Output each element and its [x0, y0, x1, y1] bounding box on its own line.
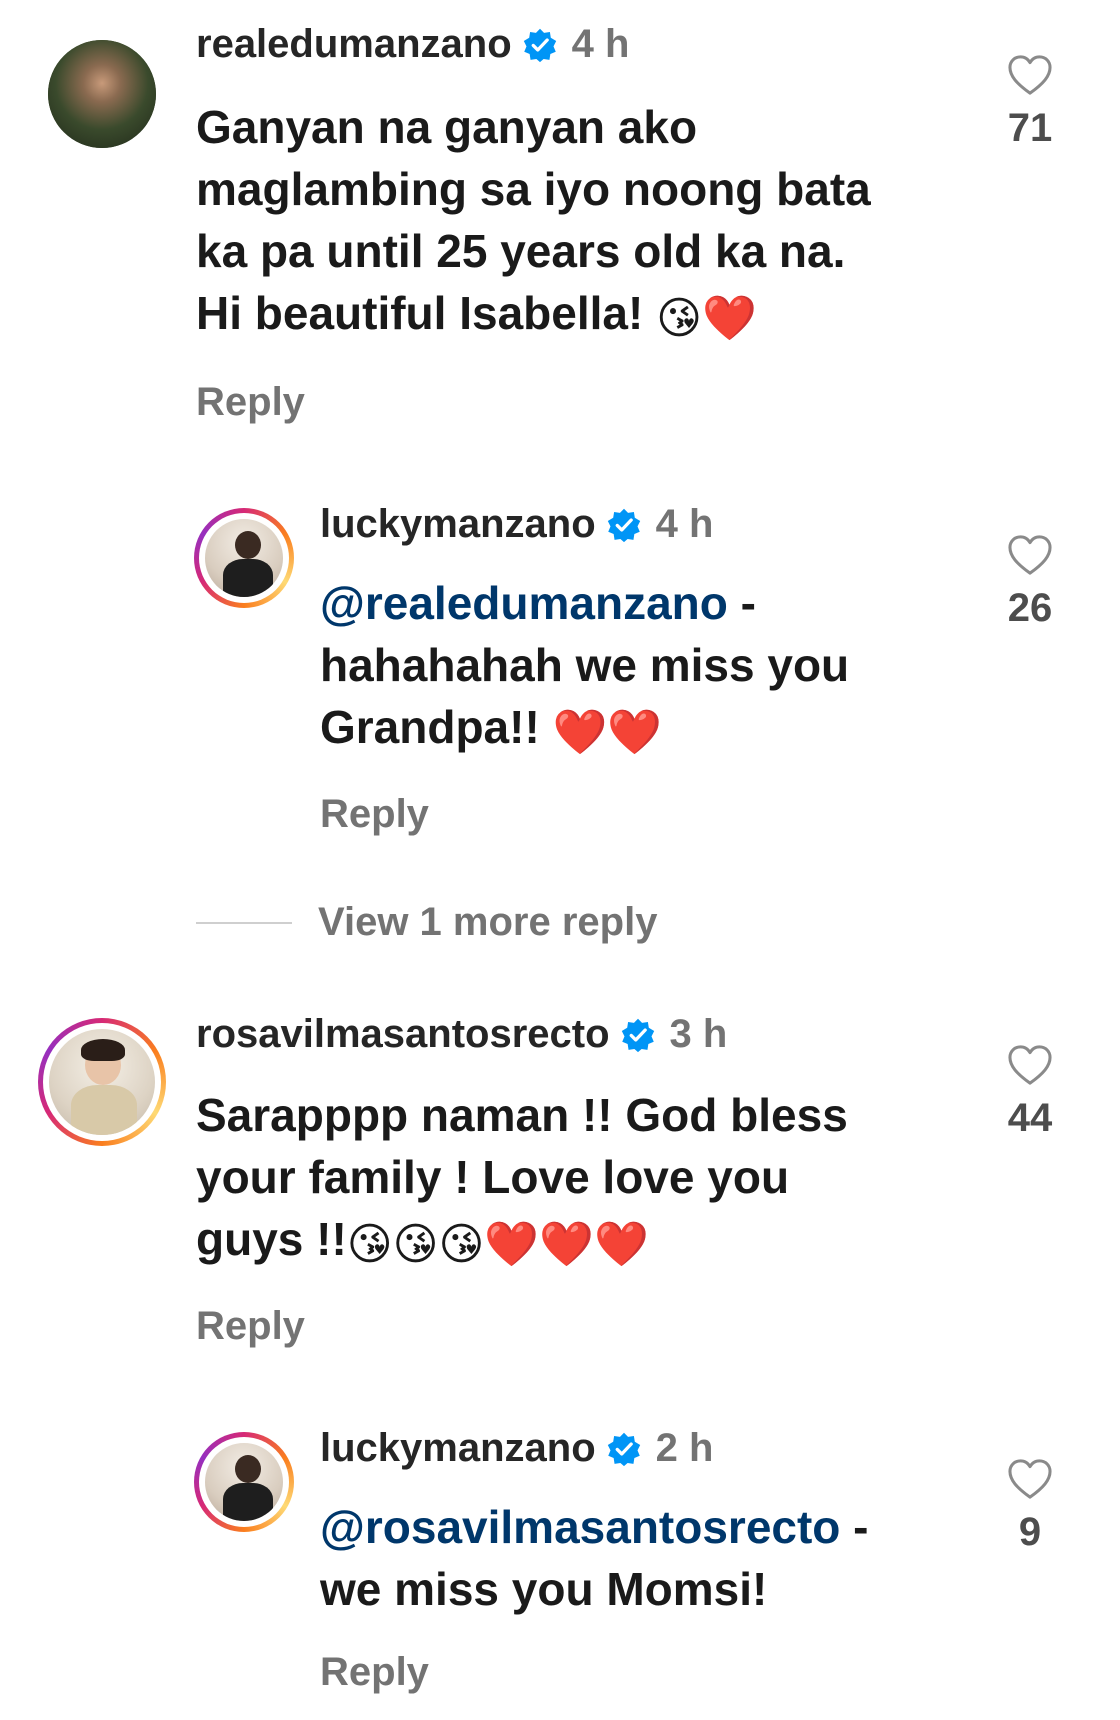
like-count: 9	[1018, 1510, 1042, 1554]
heart-outline-icon	[1008, 1459, 1052, 1499]
comment-line: Sarapppp naman !! God bless	[196, 1089, 848, 1141]
like-button[interactable]: 71	[980, 54, 1080, 151]
timestamp: 2 h	[655, 1426, 714, 1470]
verified-badge-icon	[523, 28, 556, 62]
timestamp: 4 h	[571, 22, 630, 66]
comment-meta: luckymanzano 2 h	[320, 1426, 713, 1471]
comment-line: maglambing sa iyo noong bata	[196, 163, 871, 215]
comment-line: @realedumanzano -	[320, 577, 756, 629]
view-more-replies-button[interactable]: View 1 more reply	[196, 900, 657, 945]
heart-outline-icon	[1008, 55, 1052, 95]
avatar[interactable]	[38, 1018, 166, 1146]
username[interactable]: luckymanzano	[320, 502, 596, 547]
comment-line: Hi beautiful Isabella! 😘❤️	[196, 287, 757, 344]
comment-meta: realedumanzano 4 h	[196, 22, 629, 67]
comment-text: @realedumanzano - hahahahah we miss you …	[320, 572, 849, 764]
reply-button[interactable]: Reply	[320, 792, 429, 837]
reply-button[interactable]: Reply	[196, 380, 305, 425]
timestamp: 4 h	[655, 502, 714, 546]
comment-line: @rosavilmasantosrecto -	[320, 1501, 869, 1553]
heart-outline-icon	[1008, 535, 1052, 575]
verified-badge-icon	[607, 508, 640, 542]
comment-line: ka pa until 25 years old ka na.	[196, 225, 846, 277]
comment-line: Ganyan na ganyan ako	[196, 101, 698, 153]
comment-text: Ganyan na ganyan ako maglambing sa iyo n…	[196, 96, 871, 350]
emoji: ❤️❤️	[552, 707, 663, 758]
mention-link[interactable]: @rosavilmasantosrecto	[320, 1501, 840, 1553]
comment-meta: luckymanzano 4 h	[320, 502, 713, 547]
comment-meta: rosavilmasantosrecto 3 h	[196, 1012, 727, 1057]
comment-line: guys !!😘😘😘❤️❤️❤️	[196, 1213, 649, 1270]
username[interactable]: rosavilmasantosrecto	[196, 1012, 610, 1057]
verified-badge-icon	[621, 1018, 654, 1052]
reply-button[interactable]: Reply	[320, 1650, 429, 1695]
like-count: 44	[1007, 1096, 1053, 1140]
comment-line: we miss you Momsi!	[320, 1563, 768, 1615]
comment-text: @rosavilmasantosrecto - we miss you Moms…	[320, 1496, 869, 1620]
comment-line: your family ! Love love you	[196, 1151, 790, 1203]
reply-button[interactable]: Reply	[196, 1304, 305, 1349]
username[interactable]: luckymanzano	[320, 1426, 596, 1471]
like-button[interactable]: 9	[980, 1458, 1080, 1555]
timestamp: 3 h	[669, 1012, 728, 1056]
avatar[interactable]	[48, 40, 156, 148]
view-more-label: View 1 more reply	[318, 900, 658, 944]
like-count: 26	[1007, 586, 1053, 630]
emoji: 😘❤️	[656, 293, 757, 344]
avatar[interactable]	[194, 508, 294, 608]
heart-outline-icon	[1008, 1045, 1052, 1085]
avatar[interactable]	[194, 1432, 294, 1532]
mention-link[interactable]: @realedumanzano	[320, 577, 728, 629]
comment-line: hahahahah we miss you	[320, 639, 850, 691]
comment-thread: realedumanzano 4 h Ganyan na ganyan ako …	[0, 0, 1120, 1720]
comment-line: Grandpa!! ❤️❤️	[320, 701, 663, 758]
divider-line	[196, 921, 292, 924]
username[interactable]: realedumanzano	[196, 22, 512, 67]
emoji: 😘😘😘❤️❤️❤️	[346, 1219, 649, 1270]
like-button[interactable]: 26	[980, 534, 1080, 631]
comment-text: Sarapppp naman !! God bless your family …	[196, 1084, 848, 1276]
like-count: 71	[1007, 106, 1053, 150]
verified-badge-icon	[607, 1432, 640, 1466]
like-button[interactable]: 44	[980, 1044, 1080, 1141]
